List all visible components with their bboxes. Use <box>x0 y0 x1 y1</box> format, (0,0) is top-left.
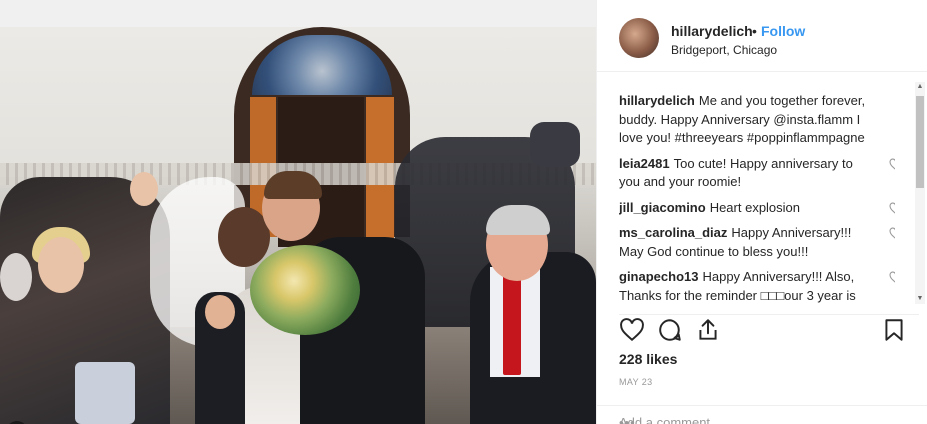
comment-item: ms_carolina_diaz Happy Anniversary!!! May… <box>619 224 895 261</box>
likes-count[interactable]: 228 likes <box>619 351 677 367</box>
comment-item: ginapecho13 Happy Anniversary!!! Also, Th… <box>619 268 895 306</box>
avatar[interactable] <box>619 18 659 58</box>
comment-username[interactable]: leia2481 <box>619 156 670 171</box>
bouquet <box>250 245 360 335</box>
guest-face <box>0 253 32 301</box>
scrollbar-thumb[interactable] <box>916 96 924 188</box>
groom-hair <box>264 171 322 199</box>
comment-item: jill_giacomino Heart explosion <box>619 199 895 218</box>
small-heart-icon[interactable] <box>889 227 895 241</box>
comment-username[interactable]: hillarydelich <box>619 93 695 108</box>
post-photo[interactable] <box>0 27 596 424</box>
heart-icon[interactable] <box>619 317 647 345</box>
post-location[interactable]: Bridgeport, Chicago <box>671 43 777 57</box>
guest-face <box>38 237 84 293</box>
add-comment-area: Add a comment... ••• <box>597 405 927 424</box>
ring-bearer-head <box>205 295 235 329</box>
comment-item: leia2481 Too cute! Happy anniversary to y… <box>619 155 895 192</box>
follow-button[interactable]: Follow <box>761 23 805 39</box>
small-heart-icon[interactable] <box>889 201 895 216</box>
older-man-hair <box>486 205 550 235</box>
caption: hillarydelich Me and you together forever… <box>619 92 895 148</box>
scroll-up-arrow-icon[interactable]: ▲ <box>915 82 925 92</box>
comment-text: Heart explosion <box>709 199 801 215</box>
comment-username[interactable]: ginapecho13 <box>619 269 698 284</box>
post-username[interactable]: hillarydelich <box>671 23 753 39</box>
comment-icon[interactable] <box>657 317 685 345</box>
bookmark-icon[interactable] <box>881 317 909 345</box>
post-actions <box>619 314 919 344</box>
comment-username[interactable]: ms_carolina_diaz <box>619 225 727 240</box>
post-date: MAY 23 <box>619 377 653 387</box>
scroll-down-arrow-icon[interactable]: ▼ <box>915 294 925 304</box>
comments-list: hillarydelich Me and you together forever… <box>619 92 895 306</box>
older-man-tie <box>503 275 521 375</box>
comment-username[interactable]: jill_giacomino <box>619 200 706 215</box>
share-icon[interactable] <box>695 317 723 345</box>
separator-dot: • <box>752 23 757 39</box>
guest-face <box>130 172 158 206</box>
photographer <box>530 122 580 167</box>
post-header: hillarydelich • Follow Bridgeport, Chica… <box>597 0 927 72</box>
small-heart-icon[interactable] <box>889 157 895 172</box>
more-options-icon[interactable]: ••• <box>619 415 636 424</box>
guest-bag <box>75 362 135 424</box>
small-heart-icon[interactable] <box>889 271 895 285</box>
post-side-panel: hillarydelich • Follow Bridgeport, Chica… <box>596 0 927 424</box>
